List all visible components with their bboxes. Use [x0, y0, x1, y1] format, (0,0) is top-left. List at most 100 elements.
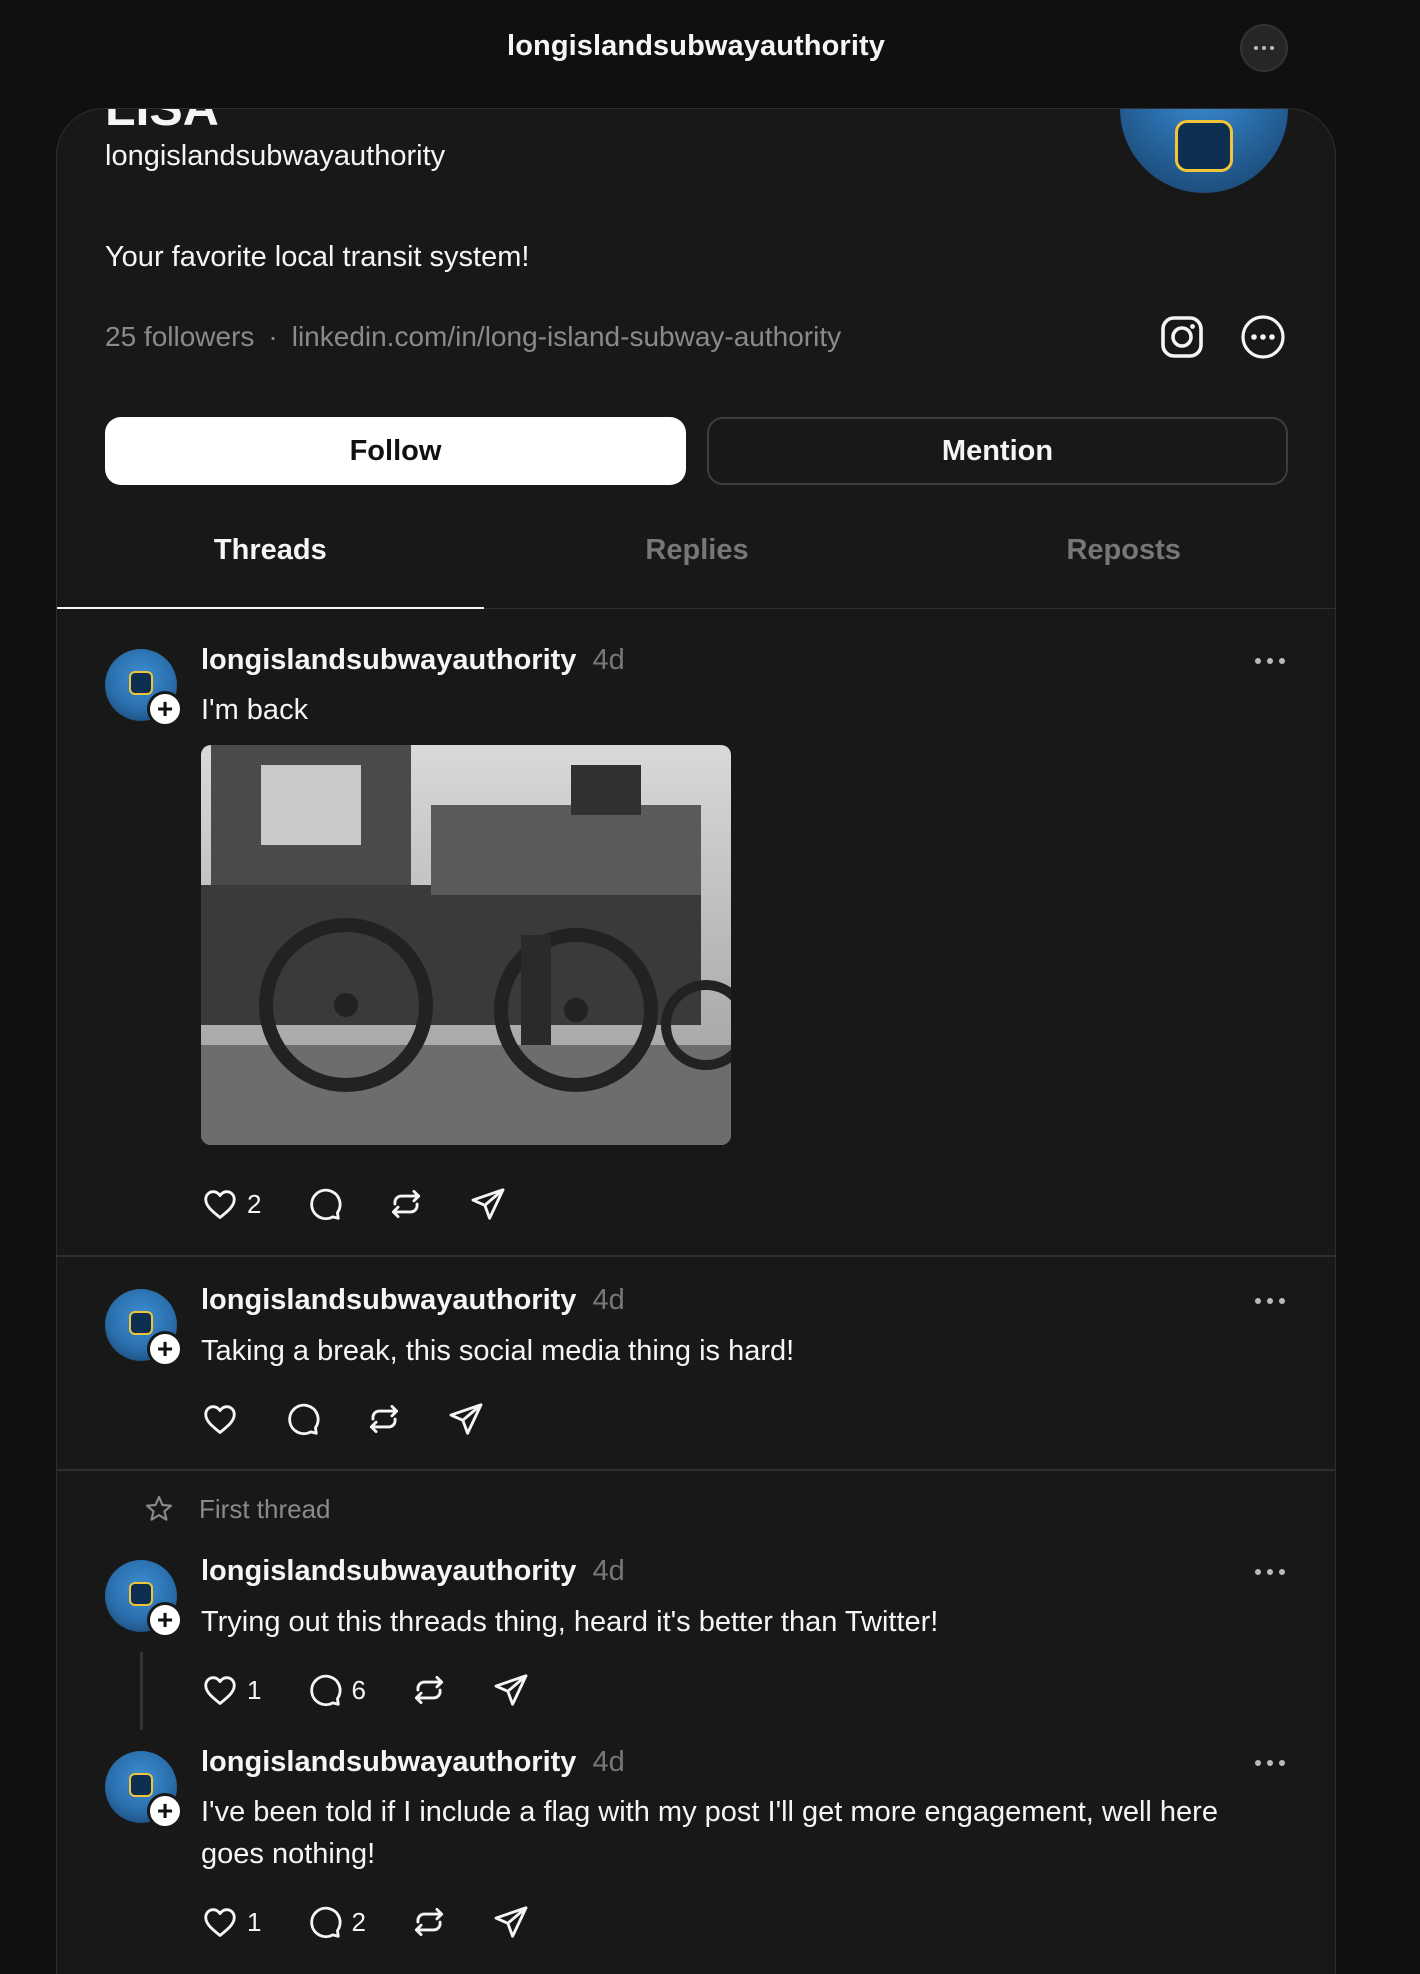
meta-separator: · [268, 321, 278, 352]
post-avatar[interactable]: + [105, 1289, 183, 1367]
like-button[interactable] [201, 1400, 239, 1438]
thread-line [140, 1652, 143, 1730]
repost-icon [410, 1903, 448, 1941]
train-logo-icon [1175, 120, 1233, 172]
follow-plus-icon[interactable]: + [147, 1331, 183, 1367]
reply-button[interactable] [305, 1185, 343, 1223]
tab-threads[interactable]: Threads [57, 493, 484, 609]
post-actions: 1 2 [201, 1903, 574, 1941]
follow-plus-icon[interactable]: + [147, 1602, 183, 1638]
reply-count: 2 [351, 1906, 366, 1937]
post-actions: 2 [201, 1185, 551, 1223]
post-avatar[interactable]: + [105, 649, 183, 727]
post-more-icon[interactable] [1252, 1295, 1288, 1307]
like-button[interactable]: 1 [201, 1903, 261, 1941]
reply-button[interactable] [283, 1400, 321, 1438]
comment-icon [283, 1400, 321, 1438]
pinned-label: First thread [143, 1493, 331, 1525]
post-author[interactable]: longislandsubwayauthority 4d [201, 1746, 625, 1779]
share-button[interactable] [447, 1400, 485, 1438]
profile-more-icon[interactable] [1240, 314, 1286, 360]
post-text: I'm back [201, 694, 309, 726]
more-options-button[interactable] [1240, 24, 1288, 72]
heart-icon [201, 1185, 239, 1223]
profile-bio: Your favorite local transit system! [105, 241, 530, 273]
share-button[interactable] [492, 1903, 530, 1941]
post-time: 4d [592, 1746, 625, 1778]
post-more-icon[interactable] [1252, 655, 1288, 667]
post-author-name[interactable]: longislandsubwayauthority [201, 1555, 576, 1587]
share-icon [447, 1400, 485, 1438]
repost-button[interactable] [410, 1903, 448, 1941]
post-more-icon[interactable] [1252, 1757, 1288, 1769]
post-avatar[interactable]: + [105, 1560, 183, 1638]
comment-icon [305, 1671, 343, 1709]
share-icon [469, 1185, 507, 1223]
share-icon [492, 1903, 530, 1941]
repost-button[interactable] [410, 1671, 448, 1709]
post-image[interactable] [201, 745, 731, 1145]
post-author[interactable]: longislandsubwayauthority 4d [201, 1284, 625, 1317]
star-icon [145, 1495, 173, 1521]
profile-tabs: Threads Replies Reposts [57, 493, 1335, 609]
repost-icon [365, 1400, 403, 1438]
post-author-name[interactable]: longislandsubwayauthority [201, 1284, 576, 1316]
tab-reposts[interactable]: Reposts [910, 493, 1335, 608]
train-logo-icon [129, 1773, 153, 1797]
post-divider [57, 1469, 1335, 1471]
mention-button[interactable]: Mention [707, 417, 1288, 485]
like-button[interactable]: 2 [201, 1185, 261, 1223]
repost-button[interactable] [365, 1400, 403, 1438]
post-more-icon[interactable] [1252, 1566, 1288, 1578]
profile-avatar[interactable] [1120, 109, 1288, 193]
post-avatar[interactable]: + [105, 1751, 183, 1829]
profile-handle: longislandsubwayauthority [105, 140, 446, 172]
instagram-icon[interactable] [1159, 314, 1205, 360]
post-author[interactable]: longislandsubwayauthority 4d [201, 644, 625, 677]
profile-card: LISA longislandsubwayauthority Your favo… [56, 108, 1336, 1974]
pinned-text: First thread [199, 1493, 331, 1524]
comment-icon [305, 1185, 343, 1223]
share-icon [492, 1671, 530, 1709]
profile-link[interactable]: linkedin.com/in/long-island-subway-autho… [292, 321, 841, 353]
like-count: 1 [247, 1674, 262, 1705]
post-divider [57, 1255, 1335, 1257]
display-name: LISA [105, 108, 219, 136]
train-photo [201, 745, 731, 1145]
post-author-name[interactable]: longislandsubwayauthority [201, 644, 576, 676]
repost-icon [410, 1671, 448, 1709]
heart-icon [201, 1671, 239, 1709]
train-logo-icon [129, 1582, 153, 1606]
share-button[interactable] [469, 1185, 507, 1223]
followers-count[interactable]: 25 followers [105, 321, 254, 353]
top-bar-title: longislandsubwayauthority [507, 30, 885, 62]
train-logo-icon [129, 671, 153, 695]
tab-replies[interactable]: Replies [484, 493, 911, 608]
post-time: 4d [592, 1555, 625, 1587]
post-actions: 1 6 [201, 1671, 574, 1709]
like-count: 2 [247, 1188, 262, 1219]
reply-button[interactable]: 6 [305, 1671, 366, 1709]
follow-button[interactable]: Follow [105, 417, 686, 485]
like-button[interactable]: 1 [201, 1671, 261, 1709]
top-bar: longislandsubwayauthority [0, 0, 1420, 96]
post-time: 4d [592, 1284, 625, 1316]
post-text: Trying out this threads thing, heard it'… [201, 1606, 939, 1638]
more-icon [1252, 44, 1276, 52]
repost-button[interactable] [387, 1185, 425, 1223]
share-button[interactable] [492, 1671, 530, 1709]
post-time: 4d [592, 644, 625, 676]
profile-meta: 25 followers · linkedin.com/in/long-isla… [105, 321, 841, 353]
comment-icon [305, 1903, 343, 1941]
reply-count: 6 [351, 1674, 366, 1705]
like-count: 1 [247, 1906, 262, 1937]
post-author[interactable]: longislandsubwayauthority 4d [201, 1555, 625, 1588]
train-logo-icon [129, 1311, 153, 1335]
follow-plus-icon[interactable]: + [147, 691, 183, 727]
follow-plus-icon[interactable]: + [147, 1793, 183, 1829]
post-author-name[interactable]: longislandsubwayauthority [201, 1746, 576, 1778]
post-actions [201, 1400, 529, 1438]
reply-button[interactable]: 2 [305, 1903, 366, 1941]
heart-icon [201, 1400, 239, 1438]
repost-icon [387, 1185, 425, 1223]
